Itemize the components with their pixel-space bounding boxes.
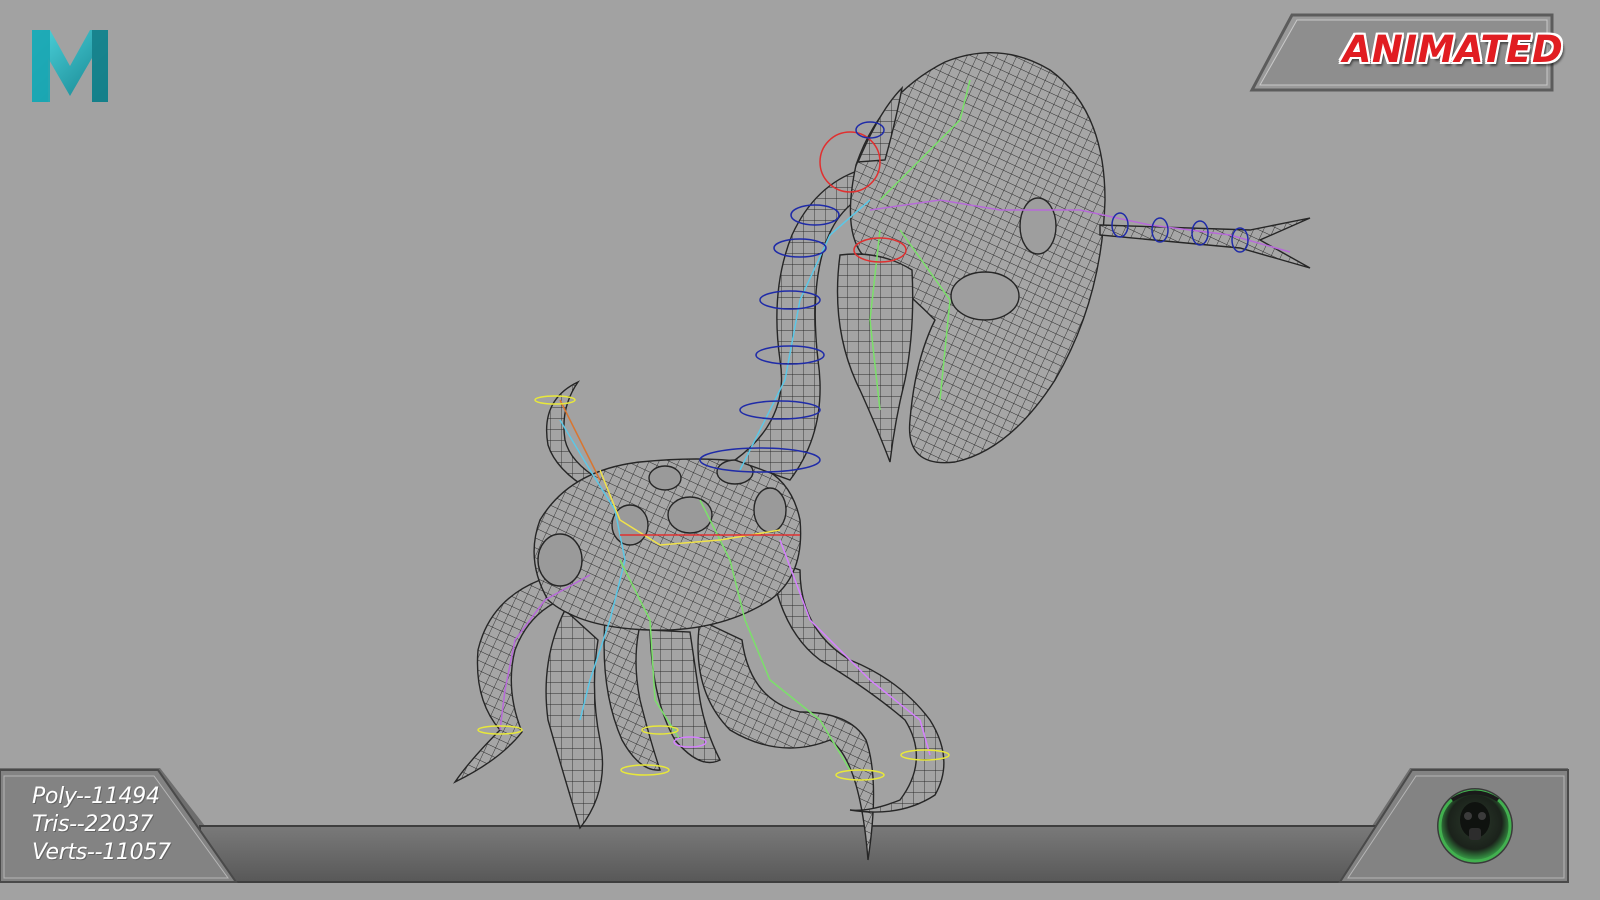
- poly-count: Poly--11494: [32, 784, 160, 809]
- creature-model: [452, 52, 1311, 861]
- verts-count: Verts--11057: [32, 840, 171, 865]
- scene-svg: [0, 13, 1569, 883]
- gasmask-logo-icon: [1437, 788, 1513, 864]
- tris-count: Tris--22037: [32, 812, 153, 837]
- bottom-bar: [0, 768, 1569, 883]
- animated-badge-label: ANIMATED: [1342, 28, 1564, 71]
- maya-logo-icon: [32, 30, 108, 102]
- viewport: ANIMATED Poly--11494 Tris--22037 Verts--…: [0, 0, 1600, 900]
